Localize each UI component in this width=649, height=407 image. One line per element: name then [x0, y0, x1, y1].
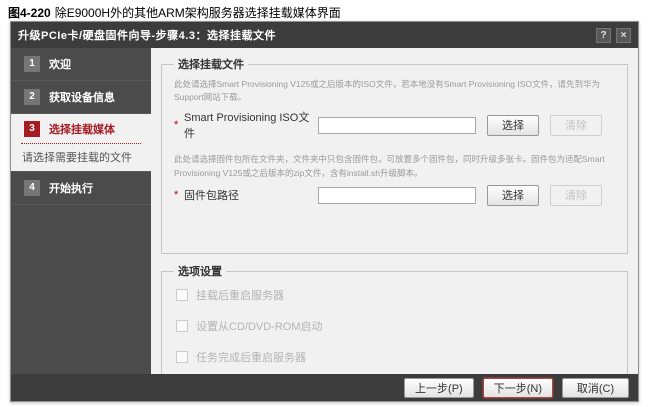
- options-section-legend: 选项设置: [174, 263, 226, 279]
- help-icon[interactable]: ?: [596, 28, 611, 43]
- dialog-title: 升级PCIe卡/硬盘固件向导-步骤4.3：选择挂载文件: [18, 27, 591, 43]
- required-marker: *: [172, 119, 184, 131]
- checkbox-label: 挂载后重启服务器: [196, 287, 284, 303]
- firmware-select-button[interactable]: 选择: [487, 185, 539, 206]
- wizard-dialog: 升级PCIe卡/硬盘固件向导-步骤4.3：选择挂载文件 ? × 1 欢迎 2 获…: [10, 21, 639, 402]
- step-number-badge: 4: [24, 180, 40, 196]
- next-button[interactable]: 下一步(N): [483, 378, 553, 398]
- firmware-clear-button[interactable]: 清除: [550, 185, 602, 206]
- iso-file-label: Smart Provisioning ISO文件: [184, 109, 318, 141]
- sidebar-filler: [11, 205, 151, 374]
- required-marker: *: [172, 189, 184, 201]
- firmware-path-row: * 固件包路径 选择 清除: [172, 185, 617, 206]
- checkbox-label: 任务完成后重启服务器: [196, 349, 306, 365]
- firmware-path-label: 固件包路径: [184, 187, 318, 203]
- step-item-execute: 4 开始执行: [11, 172, 151, 205]
- dialog-titlebar: 升级PCIe卡/硬盘固件向导-步骤4.3：选择挂载文件 ? ×: [11, 22, 638, 48]
- options-section: 选项设置 挂载后重启服务器 设置从CD/DVD-ROM启动 任务完成后重启服务器: [161, 263, 628, 374]
- step-label: 欢迎: [49, 56, 71, 72]
- dialog-body: 1 欢迎 2 获取设备信息 3 选择挂载媒体 请选择需要挂载的文件 4 开始执行: [11, 48, 638, 374]
- step-label: 获取设备信息: [49, 89, 115, 105]
- checkbox-restart-after-task[interactable]: [176, 351, 188, 363]
- cancel-button[interactable]: 取消(C): [562, 378, 629, 398]
- dialog-footer: 上一步(P) 下一步(N) 取消(C): [11, 374, 638, 401]
- step-number-badge: 3: [24, 121, 40, 137]
- select-mount-file-section: 选择挂载文件 此处请选择Smart Provisioning V125或之后版本…: [161, 56, 628, 254]
- checkbox-label: 设置从CD/DVD-ROM启动: [196, 318, 323, 334]
- option-row-restart-after-task: 任务完成后重启服务器: [176, 349, 617, 365]
- iso-file-input[interactable]: [318, 117, 476, 134]
- iso-select-button[interactable]: 选择: [487, 115, 539, 136]
- checkbox-boot-from-cd[interactable]: [176, 320, 188, 332]
- previous-button[interactable]: 上一步(P): [404, 378, 474, 398]
- step-number-badge: 1: [24, 56, 40, 72]
- file-section-legend: 选择挂载文件: [174, 56, 248, 72]
- firmware-path-input[interactable]: [318, 187, 476, 204]
- figure-title: 除E9000H外的其他ARM架构服务器选择挂载媒体界面: [55, 6, 341, 20]
- figure-number: 图4-220: [8, 6, 51, 20]
- option-row-restart-after-mount: 挂载后重启服务器: [176, 287, 617, 303]
- main-panel: 选择挂载文件 此处请选择Smart Provisioning V125或之后版本…: [151, 48, 638, 374]
- iso-file-row: * Smart Provisioning ISO文件 选择 清除: [172, 109, 617, 141]
- step-item-welcome: 1 欢迎: [11, 48, 151, 81]
- iso-clear-button[interactable]: 清除: [550, 115, 602, 136]
- figure-caption: 图4-220 除E9000H外的其他ARM架构服务器选择挂载媒体界面: [8, 4, 341, 21]
- firmware-description: 此处请选择固件包所在文件夹，文件夹中只包含固件包，可放置多个固件包，同时升级多张…: [174, 153, 615, 179]
- iso-description: 此处请选择Smart Provisioning V125或之后版本的ISO文件，…: [174, 78, 615, 104]
- step-item-select-media-active: 3 选择挂载媒体 请选择需要挂载的文件: [11, 114, 151, 172]
- step-sublabel: 请选择需要挂载的文件: [21, 144, 141, 165]
- close-icon[interactable]: ×: [616, 28, 631, 43]
- step-item-device-info: 2 获取设备信息: [11, 81, 151, 114]
- wizard-steps-sidebar: 1 欢迎 2 获取设备信息 3 选择挂载媒体 请选择需要挂载的文件 4 开始执行: [11, 48, 151, 374]
- checkbox-restart-after-mount[interactable]: [176, 289, 188, 301]
- step-number-badge: 2: [24, 89, 40, 105]
- step-label: 选择挂载媒体: [49, 121, 115, 137]
- option-row-boot-from-cd: 设置从CD/DVD-ROM启动: [176, 318, 617, 334]
- step-main: 3 选择挂载媒体: [21, 121, 141, 144]
- page: 图4-220 除E9000H外的其他ARM架构服务器选择挂载媒体界面 升级PCIe…: [0, 0, 649, 407]
- step-label: 开始执行: [49, 180, 93, 196]
